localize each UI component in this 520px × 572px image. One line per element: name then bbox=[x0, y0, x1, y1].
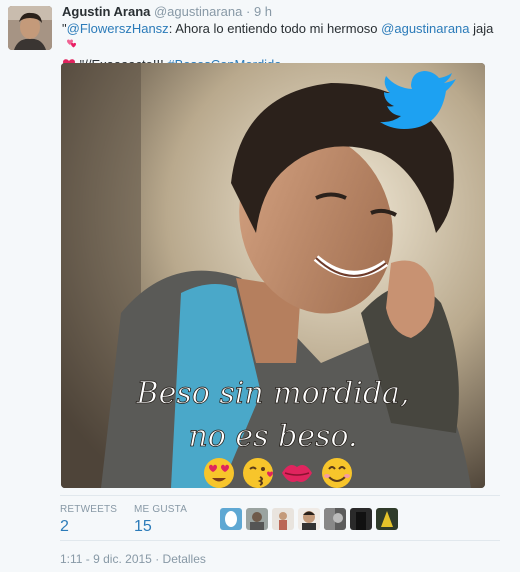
footer-separator: · bbox=[155, 552, 160, 566]
details-link[interactable]: Detalles bbox=[163, 552, 206, 566]
liker-avatar[interactable] bbox=[220, 508, 242, 530]
liker-avatar[interactable] bbox=[246, 508, 268, 530]
author-name[interactable]: Agustin Arana bbox=[62, 4, 150, 19]
mention-link[interactable]: @FlowerszHansz bbox=[67, 21, 169, 36]
two-hearts-icon bbox=[62, 38, 78, 56]
tweet-card: Agustin Arana @agustinarana · 9 h "@Flow… bbox=[0, 0, 520, 572]
liker-avatar[interactable] bbox=[272, 508, 294, 530]
tweet-footer: 1:11 - 9 dic. 2015 · Detalles bbox=[60, 552, 206, 566]
likes-stat[interactable]: ME GUSTA 15 bbox=[134, 504, 187, 536]
tweet-stats: RETWEETS 2 ME GUSTA 15 bbox=[60, 495, 500, 541]
heart-eyes-emoji-icon bbox=[204, 458, 234, 488]
tweet-text-part: : Ahora lo entiendo todo mi hermoso bbox=[168, 21, 382, 36]
image-caption-line1: Beso sin mordida, bbox=[136, 376, 410, 411]
tweet-timestamp[interactable]: 1:11 - 9 dic. 2015 bbox=[60, 552, 152, 566]
tweet-time[interactable]: 9 h bbox=[254, 4, 272, 19]
likes-count[interactable]: 15 bbox=[134, 518, 187, 536]
kiss-emoji-icon bbox=[243, 458, 273, 488]
tweet-text-part: jaja bbox=[469, 21, 494, 36]
header-separator: · bbox=[245, 4, 251, 19]
avatar[interactable] bbox=[8, 6, 52, 50]
liker-avatar[interactable] bbox=[350, 508, 372, 530]
image-caption-line2: no es beso. bbox=[188, 419, 357, 454]
author-handle[interactable]: @agustinarana bbox=[154, 4, 242, 19]
liker-avatar[interactable] bbox=[376, 508, 398, 530]
smiling-emoji-icon bbox=[322, 458, 352, 488]
tweet-header: Agustin Arana @agustinarana · 9 h bbox=[62, 4, 272, 20]
retweets-stat[interactable]: RETWEETS 2 bbox=[60, 504, 117, 536]
likes-label: ME GUSTA bbox=[134, 504, 188, 515]
mention-link[interactable]: @agustinarana bbox=[381, 21, 469, 36]
liker-avatar[interactable] bbox=[324, 508, 346, 530]
retweets-label: RETWEETS bbox=[60, 504, 118, 515]
tweet-image[interactable]: Beso sin mordida, no es beso. bbox=[61, 63, 485, 488]
liker-avatar[interactable] bbox=[298, 508, 320, 530]
retweets-count[interactable]: 2 bbox=[60, 518, 117, 536]
